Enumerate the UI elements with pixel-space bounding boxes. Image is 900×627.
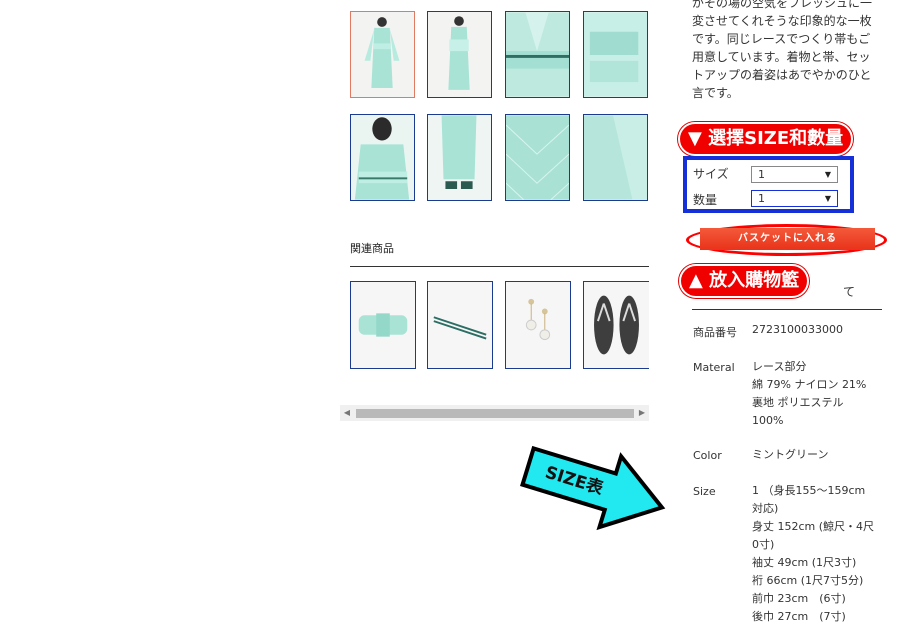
color-value: ミントグリーン [752,448,829,461]
obi-bow-image [584,12,647,97]
zori-product-image [584,282,649,368]
material-label: Materal [693,361,735,374]
size-line: 後巾 27cm (7寸) [752,610,846,623]
description-line: 変させてくれそうな印象的な一枚 [692,14,872,28]
material-line: レース部分 [752,360,807,373]
size-label: サイズ [693,167,729,181]
material-line: 綿 79% ナイロン 21% [752,378,867,391]
qty-select-value: 1 [758,192,765,205]
scroll-left-icon[interactable]: ◀ [340,405,354,421]
size-line: 裄 66cm (1尺7寸5分) [752,574,864,587]
lace-pattern-image [506,115,569,200]
kimono-hem-image [428,115,491,200]
size-line: 0寸) [752,538,775,551]
description-line: 用意しています。着物と帯、セッ [692,50,871,64]
related-product[interactable] [583,281,649,369]
add-to-basket-button[interactable]: バスケットに入れる [700,228,875,250]
gallery-thumb[interactable] [350,11,415,98]
kimono-front-image [351,12,414,97]
earrings-product-image [506,282,570,368]
kimono-upper-image [351,115,414,200]
related-title: 関連商品 [350,242,394,255]
product-no-value: 2723100033000 [752,323,843,336]
obi-product-image [351,282,415,368]
product-no-label: 商品番号 [693,326,737,339]
gallery-thumb[interactable] [505,11,570,98]
material-value: レース部分 綿 79% ナイロン 21% 裏地 ポリエステル 100% [752,358,892,430]
related-scrollbar[interactable]: ◀ ▶ [340,405,649,421]
size-select-value: 1 [758,168,765,181]
size-line: 前巾 23cm (6寸) [752,592,846,605]
gallery-thumb[interactable] [350,114,415,201]
qty-select[interactable]: 1 ▼ [751,190,838,207]
description-line: 言です。 [692,86,739,100]
lace-lining-image [584,115,647,200]
gallery-thumb[interactable] [583,114,648,201]
annotation-select-size-qty: ▼ 選擇SIZE和數量 [678,122,854,156]
size-line: 身丈 152cm (鯨尺・4尺 [752,520,875,533]
kimono-back-image [428,12,491,97]
gallery-thumb[interactable] [583,11,648,98]
gallery-thumb[interactable] [427,11,492,98]
qty-label: 数量 [693,193,718,207]
size-line: 袖丈 49cm (1尺3寸) [752,556,857,569]
scrollbar-thumb[interactable] [356,409,634,418]
chevron-down-icon: ▼ [824,194,831,203]
size-line: 1 （身長155～159cm [752,484,866,497]
hidden-text-fragment: て [843,285,856,299]
size-line: 対応) [752,502,779,515]
material-line: 100% [752,414,784,427]
description-line: です。同じレースでつくり帯もご [692,32,871,46]
gallery-thumb[interactable] [427,114,492,201]
related-product[interactable] [427,281,493,369]
gallery-thumb[interactable] [505,114,570,201]
product-description: がその場の空気をフレッシュに一 変させてくれそうな印象的な一枚 です。同じレース… [692,0,882,102]
chevron-down-icon: ▼ [824,170,831,179]
material-line: 裏地 ポリエステル [752,396,844,409]
related-divider [350,266,649,267]
related-product[interactable] [505,281,571,369]
description-line: トアップの着姿はあでやかのひと [692,68,872,82]
size-spec-value: 1 （身長155～159cm 対応) 身丈 152cm (鯨尺・4尺 0寸) 袖… [752,482,892,626]
related-product[interactable] [350,281,416,369]
description-line: がその場の空気をフレッシュに一 [692,0,873,10]
obi-detail-image [506,12,569,97]
color-label: Color [693,449,722,462]
spec-divider [692,309,882,310]
scroll-right-icon[interactable]: ▶ [635,405,649,421]
size-spec-label: Size [693,485,716,498]
obijime-product-image [428,282,492,368]
annotation-add-to-cart: ▲ 放入購物籃 [679,264,810,298]
size-select[interactable]: 1 ▼ [751,166,838,183]
